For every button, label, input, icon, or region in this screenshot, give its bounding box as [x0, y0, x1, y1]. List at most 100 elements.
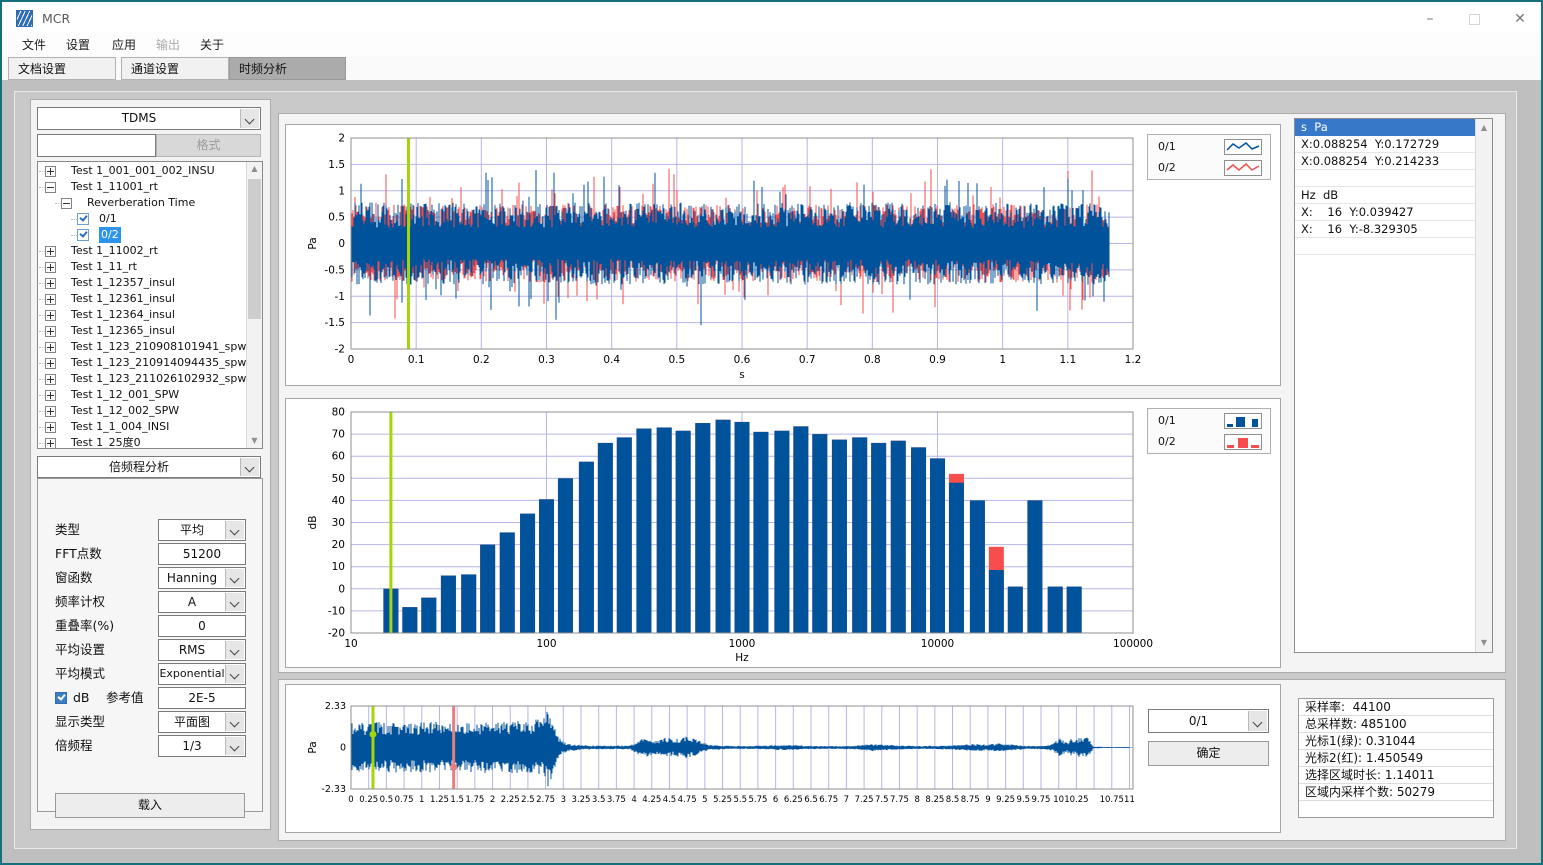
- collapse-minus-icon[interactable]: [61, 198, 72, 209]
- file-tree[interactable]: Test 1_001_001_002_INSUTest 1_11001_rtRe…: [37, 161, 263, 449]
- expand-plus-icon[interactable]: [45, 374, 56, 385]
- overview-waveform-chart[interactable]: 00.250.50.7511.251.51.7522.252.52.7533.2…: [285, 684, 1281, 833]
- tree-item[interactable]: Test 1_12_002_SPW: [38, 403, 248, 419]
- time-waveform-chart[interactable]: 00.10.20.30.40.50.60.70.80.911.11.221.51…: [285, 124, 1281, 386]
- expand-plus-icon[interactable]: [45, 422, 56, 433]
- info-row: 光标2(红): 1.450549: [1299, 750, 1493, 767]
- window-function-select[interactable]: Hanning: [158, 567, 246, 589]
- tab-time-frequency-analysis[interactable]: 时频分析: [229, 57, 346, 80]
- format-button[interactable]: 格式: [156, 134, 261, 157]
- cursor-list-row[interactable]: X: 16 Y:-8.329305: [1295, 221, 1475, 238]
- expand-plus-icon[interactable]: [45, 166, 56, 177]
- average-mode-select[interactable]: Exponential: [158, 663, 246, 685]
- cursor-list-header[interactable]: s Pa: [1295, 119, 1475, 136]
- tree-item[interactable]: Reverberation Time: [38, 195, 248, 211]
- cursor-handle[interactable]: [369, 731, 376, 738]
- tree-item[interactable]: Test 1_123_210908101941_spw: [38, 339, 248, 355]
- menu-output[interactable]: 输出: [148, 36, 188, 53]
- frequency-weighting-select[interactable]: A: [158, 591, 246, 613]
- tab-channel-settings[interactable]: 通道设置: [121, 57, 229, 80]
- scroll-down-icon[interactable]: ▼: [247, 434, 262, 448]
- db-checkbox[interactable]: [55, 692, 67, 704]
- tree-item[interactable]: Test 1_25度0: [38, 435, 248, 449]
- tree-item-label: Test 1_12364_insul: [71, 307, 175, 323]
- minimize-button[interactable]: –: [1415, 8, 1445, 30]
- fft-points-input[interactable]: 51200: [158, 543, 246, 565]
- tree-item[interactable]: Test 1_12361_insul: [38, 291, 248, 307]
- cursor-list-row[interactable]: [1295, 170, 1475, 187]
- tree-item[interactable]: Test 1_12365_insul: [38, 323, 248, 339]
- tree-item[interactable]: Test 1_001_001_002_INSU: [38, 163, 248, 179]
- tab-document-settings[interactable]: 文档设置: [8, 57, 116, 80]
- tree-item[interactable]: Test 1_1_004_INSI: [38, 419, 248, 435]
- label-type: 类型: [55, 519, 80, 541]
- octave-select[interactable]: 1/3: [158, 735, 246, 757]
- menu-about[interactable]: 关于: [192, 36, 232, 53]
- expand-plus-icon[interactable]: [45, 342, 56, 353]
- expand-plus-icon[interactable]: [45, 294, 56, 305]
- expand-plus-icon[interactable]: [45, 438, 56, 449]
- filter-input[interactable]: [37, 134, 156, 157]
- close-button[interactable]: ✕: [1505, 8, 1535, 30]
- y-tick-label: 0: [338, 238, 345, 250]
- display-type-select[interactable]: 平面图: [158, 711, 246, 733]
- tree-scrollbar[interactable]: ▲▼: [246, 162, 262, 448]
- confirm-button[interactable]: 确定: [1148, 741, 1269, 766]
- y-tick-label: -2.33: [321, 784, 346, 795]
- cursor-list-row[interactable]: X:0.088254 Y:0.214233: [1295, 153, 1475, 170]
- tree-item[interactable]: Test 1_11001_rt: [38, 179, 248, 195]
- spectrum-chart[interactable]: 1010010001000010000080706050403020100-10…: [285, 398, 1281, 668]
- channel-checkbox[interactable]: [77, 213, 89, 225]
- tree-item[interactable]: Test 1_12364_insul: [38, 307, 248, 323]
- tree-item[interactable]: Test 1_12_001_SPW: [38, 387, 248, 403]
- tree-item[interactable]: Test 1_123_210914094435_spw: [38, 355, 248, 371]
- maximize-button[interactable]: [1459, 8, 1489, 30]
- expand-plus-icon[interactable]: [45, 262, 56, 273]
- expand-plus-icon[interactable]: [45, 326, 56, 337]
- tree-item[interactable]: 0/1: [38, 211, 248, 227]
- tree-item[interactable]: 0/2: [38, 227, 248, 243]
- tree-item[interactable]: Test 1_11002_rt: [38, 243, 248, 259]
- scrollbar-thumb[interactable]: [248, 179, 261, 319]
- cursor-list-row[interactable]: Hz dB: [1295, 187, 1475, 204]
- expand-plus-icon[interactable]: [45, 358, 56, 369]
- cursor-values-list[interactable]: s PaX:0.088254 Y:0.172729X:0.088254 Y:0.…: [1294, 118, 1493, 653]
- spectrum-chart-legend: 0/1 0/2: [1147, 408, 1271, 454]
- reference-value-input[interactable]: 2E-5: [158, 687, 246, 709]
- average-setting-select-value: RMS: [159, 640, 225, 660]
- menu-settings[interactable]: 设置: [58, 36, 98, 53]
- list-scrollbar[interactable]: ▲▼: [1475, 119, 1492, 652]
- x-tick-label: 3: [561, 795, 566, 805]
- overlap-input[interactable]: 0: [158, 615, 246, 637]
- cursor-list-row[interactable]: X:0.088254 Y:0.172729: [1295, 136, 1475, 153]
- average-setting-select[interactable]: RMS: [158, 639, 246, 661]
- expand-plus-icon[interactable]: [45, 310, 56, 321]
- x-tick-label: 7.25: [855, 795, 874, 805]
- channel-select[interactable]: 0/1: [1148, 709, 1269, 733]
- expand-plus-icon[interactable]: [45, 278, 56, 289]
- analysis-type-select[interactable]: 倍频程分析: [37, 456, 261, 478]
- spectrum-bar: [558, 478, 573, 633]
- scroll-down-icon[interactable]: ▼: [1476, 636, 1492, 650]
- cursor-list-row[interactable]: X: 16 Y:0.039427: [1295, 204, 1475, 221]
- y-tick-label: 0: [338, 583, 345, 595]
- x-tick-label: 8.25: [925, 795, 944, 805]
- scroll-up-icon[interactable]: ▲: [247, 162, 262, 176]
- expand-plus-icon[interactable]: [45, 406, 56, 417]
- cursor-list-row[interactable]: [1295, 238, 1475, 255]
- tree-item-label: 0/2: [99, 227, 121, 243]
- scroll-up-icon[interactable]: ▲: [1476, 121, 1492, 135]
- expand-plus-icon[interactable]: [45, 246, 56, 257]
- file-format-select[interactable]: TDMS: [37, 107, 261, 130]
- collapse-minus-icon[interactable]: [45, 182, 56, 193]
- tree-item[interactable]: Test 1_123_211026102932_spw: [38, 371, 248, 387]
- cursor-handle[interactable]: [450, 764, 457, 771]
- menu-file[interactable]: 文件: [14, 36, 54, 53]
- tree-item[interactable]: Test 1_12357_insul: [38, 275, 248, 291]
- tree-item[interactable]: Test 1_11_rt: [38, 259, 248, 275]
- type-select[interactable]: 平均: [158, 519, 246, 541]
- channel-checkbox[interactable]: [77, 229, 89, 241]
- expand-plus-icon[interactable]: [45, 390, 56, 401]
- load-button[interactable]: 载入: [55, 793, 245, 818]
- menu-apply[interactable]: 应用: [104, 36, 144, 53]
